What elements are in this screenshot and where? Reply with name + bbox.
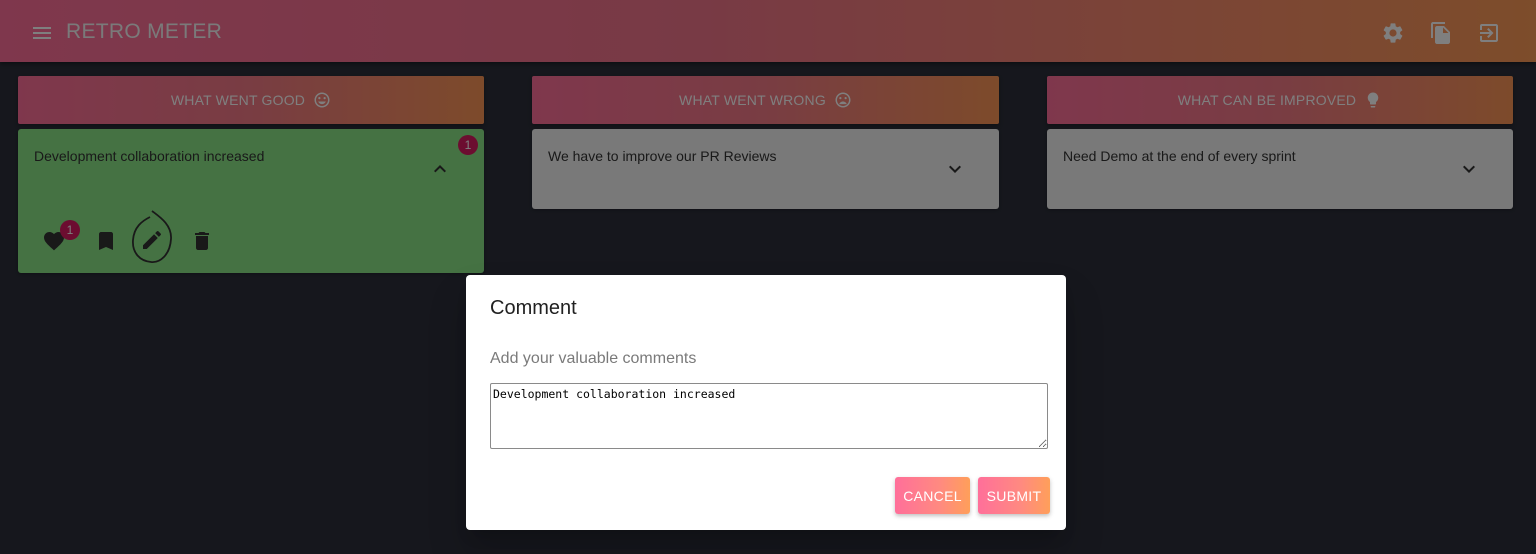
cancel-button[interactable]: CANCEL [895,477,970,514]
dialog-title: Comment [490,297,577,319]
dialog-subtitle: Add your valuable comments [490,350,697,367]
comment-dialog: Comment Add your valuable comments Devel… [466,275,1066,530]
comment-textarea[interactable]: Development collaboration increased [490,383,1048,449]
submit-button[interactable]: SUBMIT [978,477,1050,514]
